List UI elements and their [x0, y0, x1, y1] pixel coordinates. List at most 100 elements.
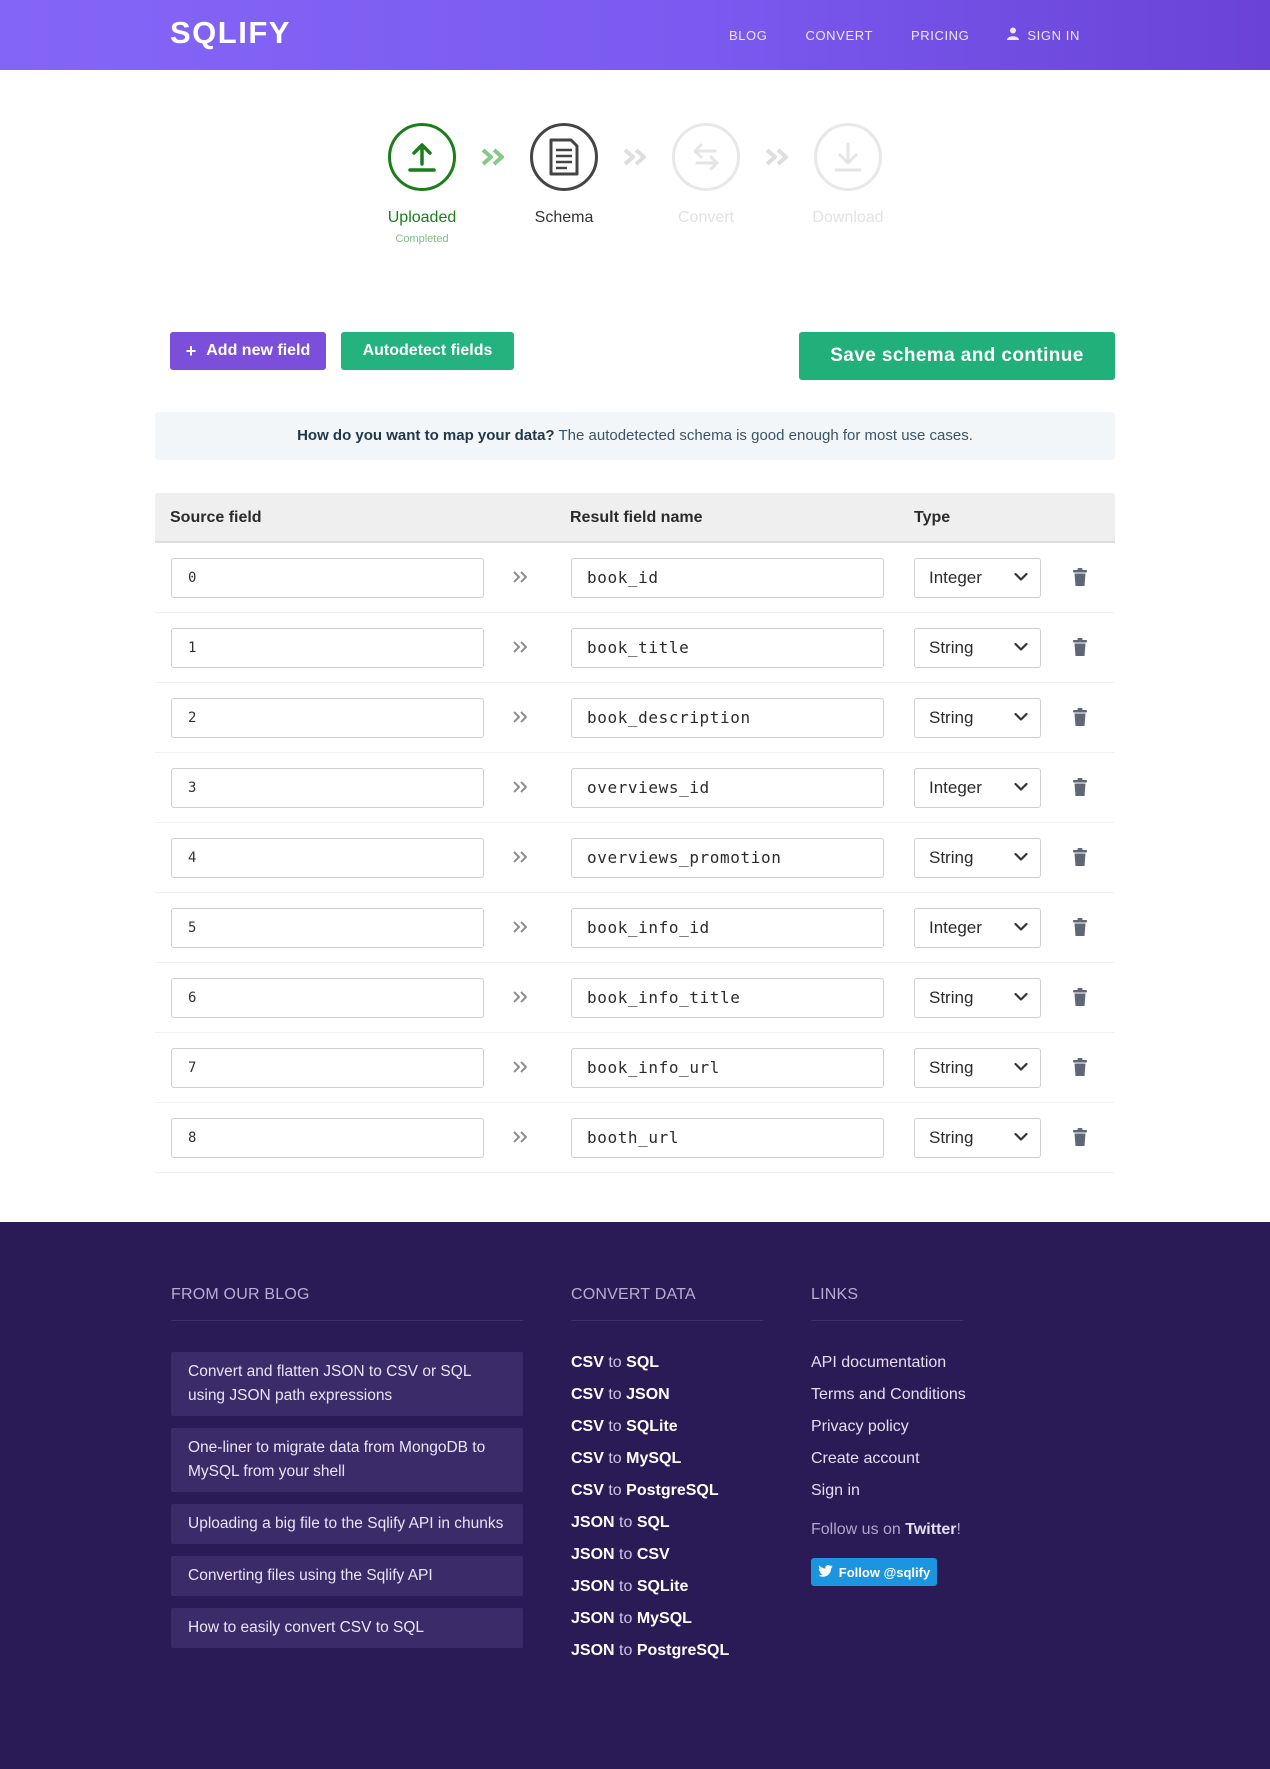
type-select[interactable]: Integer [914, 908, 1041, 948]
logo[interactable]: SQLIFY [170, 15, 291, 51]
chevrons-right-icon [513, 571, 527, 583]
nav-convert[interactable]: CONVERT [805, 27, 873, 43]
table-row: 3 overviews_id Integer [155, 753, 1115, 823]
nav-convert-label: CONVERT [805, 27, 874, 43]
blog-post-link[interactable]: One-liner to migrate data from MongoDB t… [171, 1428, 523, 1492]
convert-link[interactable]: CSV to MySQL [571, 1450, 681, 1468]
convert-link[interactable]: JSON to SQL [571, 1514, 670, 1532]
trash-icon[interactable] [1072, 778, 1088, 796]
schema-table-body: 0 book_id Integer 1 book_title String 2 book_de… [155, 543, 1115, 1173]
blog-post-link[interactable]: Converting files using the Sqlify API [171, 1556, 523, 1596]
result-field-input[interactable]: booth_url [571, 1118, 884, 1158]
type-select[interactable]: String [914, 698, 1041, 738]
trash-icon[interactable] [1072, 1058, 1088, 1076]
nav-blog[interactable]: BLOG [729, 27, 768, 43]
convert-link[interactable]: JSON to PostgreSQL [571, 1642, 729, 1660]
footer-link-terms[interactable]: Terms and Conditions [811, 1386, 966, 1404]
type-select-value: String [929, 638, 974, 657]
source-field-input[interactable]: 4 [171, 838, 484, 878]
result-field-input[interactable]: book_info_url [571, 1048, 884, 1088]
result-field-input[interactable]: book_description [571, 698, 884, 738]
schema-table-header: Source field Result field name Type [155, 493, 1115, 543]
twitter-link[interactable]: Twitter [905, 1521, 956, 1538]
type-select[interactable]: String [914, 1048, 1041, 1088]
type-select[interactable]: Integer [914, 768, 1041, 808]
document-icon [530, 123, 598, 191]
result-field-input[interactable]: book_info_title [571, 978, 884, 1018]
source-field-input[interactable]: 8 [171, 1118, 484, 1158]
chevron-down-icon [1014, 922, 1028, 931]
step-uploaded: Uploaded Completed [362, 123, 482, 245]
step-label: Convert [677, 209, 735, 226]
footer-link-sign-in[interactable]: Sign in [811, 1482, 860, 1500]
footer-link-privacy[interactable]: Privacy policy [811, 1418, 909, 1436]
save-schema-button[interactable]: Save schema and continue [799, 332, 1115, 380]
trash-icon[interactable] [1072, 708, 1088, 726]
source-field-input[interactable]: 3 [171, 768, 484, 808]
footer-link-api-docs[interactable]: API documentation [811, 1354, 946, 1372]
chevrons-right-icon [513, 1061, 527, 1073]
convert-joiner: to [614, 1642, 637, 1659]
nav-pricing-label: PRICING [911, 27, 970, 43]
user-icon [1007, 27, 1020, 43]
trash-icon[interactable] [1072, 638, 1088, 656]
convert-from: CSV [571, 1386, 604, 1403]
upload-icon [388, 123, 456, 191]
result-field-input[interactable]: book_id [571, 558, 884, 598]
follow-suffix: ! [956, 1521, 961, 1538]
type-select[interactable]: String [914, 978, 1041, 1018]
chevrons-right-icon [513, 1131, 527, 1143]
source-field-input[interactable]: 5 [171, 908, 484, 948]
result-field-input[interactable]: overviews_promotion [571, 838, 884, 878]
step-schema: Schema [504, 123, 624, 227]
trash-icon[interactable] [1072, 568, 1088, 586]
type-select[interactable]: String [914, 838, 1041, 878]
trash-icon[interactable] [1072, 988, 1088, 1006]
convert-to: PostgreSQL [626, 1482, 719, 1499]
chevrons-right-icon [513, 851, 527, 863]
source-field-input[interactable]: 6 [171, 978, 484, 1018]
chevron-down-icon [1014, 1062, 1028, 1071]
nav-sign-in[interactable]: SIGN IN [1007, 27, 1080, 43]
footer-link-create-account[interactable]: Create account [811, 1450, 920, 1468]
blog-post-link[interactable]: How to easily convert CSV to SQL [171, 1608, 523, 1648]
table-row: 7 book_info_url String [155, 1033, 1115, 1103]
convert-to: MySQL [626, 1450, 682, 1467]
convert-link[interactable]: CSV to JSON [571, 1386, 670, 1404]
convert-link[interactable]: JSON to SQLite [571, 1578, 688, 1596]
nav-pricing[interactable]: PRICING [911, 27, 969, 43]
convert-link[interactable]: JSON to CSV [571, 1546, 670, 1564]
result-field-input[interactable]: book_info_id [571, 908, 884, 948]
table-row: 1 book_title String [155, 613, 1115, 683]
source-field-input[interactable]: 2 [171, 698, 484, 738]
add-new-field-button[interactable]: + Add new field [170, 332, 326, 370]
type-select[interactable]: Integer [914, 558, 1041, 598]
convert-from: CSV [571, 1354, 604, 1371]
twitter-follow-button[interactable]: Follow @sqlify [811, 1558, 937, 1586]
autodetect-fields-button[interactable]: Autodetect fields [341, 332, 514, 370]
source-field-input[interactable]: 0 [171, 558, 484, 598]
source-field-input[interactable]: 7 [171, 1048, 484, 1088]
chevrons-right-icon [513, 711, 527, 723]
blog-post-link[interactable]: Uploading a big file to the Sqlify API i… [171, 1504, 523, 1544]
convert-link[interactable]: CSV to SQL [571, 1354, 659, 1372]
convert-joiner: to [603, 1418, 627, 1435]
progress-steps: Uploaded Completed Schema Convert Downlo… [0, 123, 1270, 263]
convert-link[interactable]: JSON to MySQL [571, 1610, 692, 1628]
result-field-input[interactable]: overviews_id [571, 768, 884, 808]
trash-icon[interactable] [1072, 918, 1088, 936]
source-field-input[interactable]: 1 [171, 628, 484, 668]
blog-post-link[interactable]: Convert and flatten JSON to CSV or SQL u… [171, 1352, 523, 1416]
trash-icon[interactable] [1072, 848, 1088, 866]
convert-to: SQLite [626, 1418, 678, 1435]
convert-from: JSON [571, 1610, 615, 1627]
type-select-value: Integer [929, 568, 982, 587]
type-select[interactable]: String [914, 628, 1041, 668]
step-label: Schema [534, 209, 594, 226]
type-select-value: String [929, 848, 974, 867]
result-field-input[interactable]: book_title [571, 628, 884, 668]
type-select[interactable]: String [914, 1118, 1041, 1158]
trash-icon[interactable] [1072, 1128, 1088, 1146]
convert-link[interactable]: CSV to SQLite [571, 1418, 678, 1436]
convert-link[interactable]: CSV to PostgreSQL [571, 1482, 719, 1500]
